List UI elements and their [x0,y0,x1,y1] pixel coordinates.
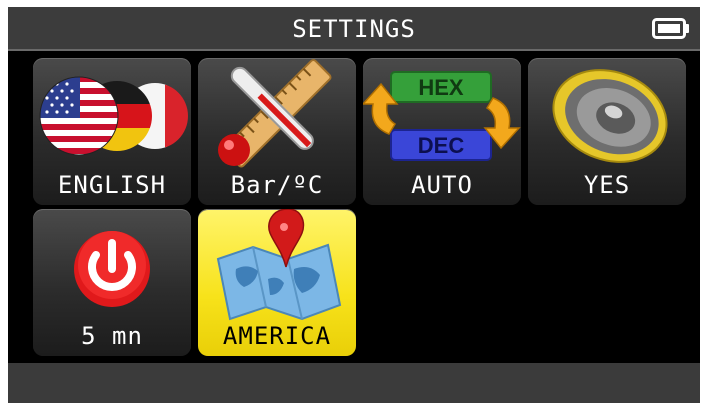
map-pin-icon [216,209,342,321]
tile-label: Bar/ºC [230,171,324,199]
auto-off-tile[interactable]: 5 mn [33,209,191,356]
hex-text: HEX [418,75,464,100]
hex-dec-tile[interactable]: HEX DEC AUTO [363,58,521,205]
battery-icon [652,18,689,39]
tile-label: 5 mn [81,322,143,350]
tile-label: AUTO [411,171,473,199]
tile-label: YES [583,171,631,199]
power-icon [74,231,150,307]
sound-tile[interactable]: YES [528,58,686,205]
region-tile[interactable]: AMERICA [198,209,356,356]
flags-icon [39,76,188,156]
hex-dec-icon: HEX DEC [363,71,521,161]
title-bar: SETTINGS [8,7,700,51]
page-title: SETTINGS [292,15,416,43]
bottom-bar [8,363,700,403]
settings-screen: SETTINGS ENGLISH Bar/ºC HEX DEC AUTO YES… [0,0,707,403]
dec-text: DEC [418,133,465,158]
thermometer-ruler-icon [218,59,332,168]
language-tile[interactable]: ENGLISH [33,58,191,205]
tile-label: AMERICA [222,322,332,350]
speaker-icon [552,69,668,163]
units-tile[interactable]: Bar/ºC [198,58,356,205]
tile-label: ENGLISH [57,171,167,199]
settings-grid: ENGLISH Bar/ºC HEX DEC AUTO YES 5 mn AME… [8,51,700,363]
